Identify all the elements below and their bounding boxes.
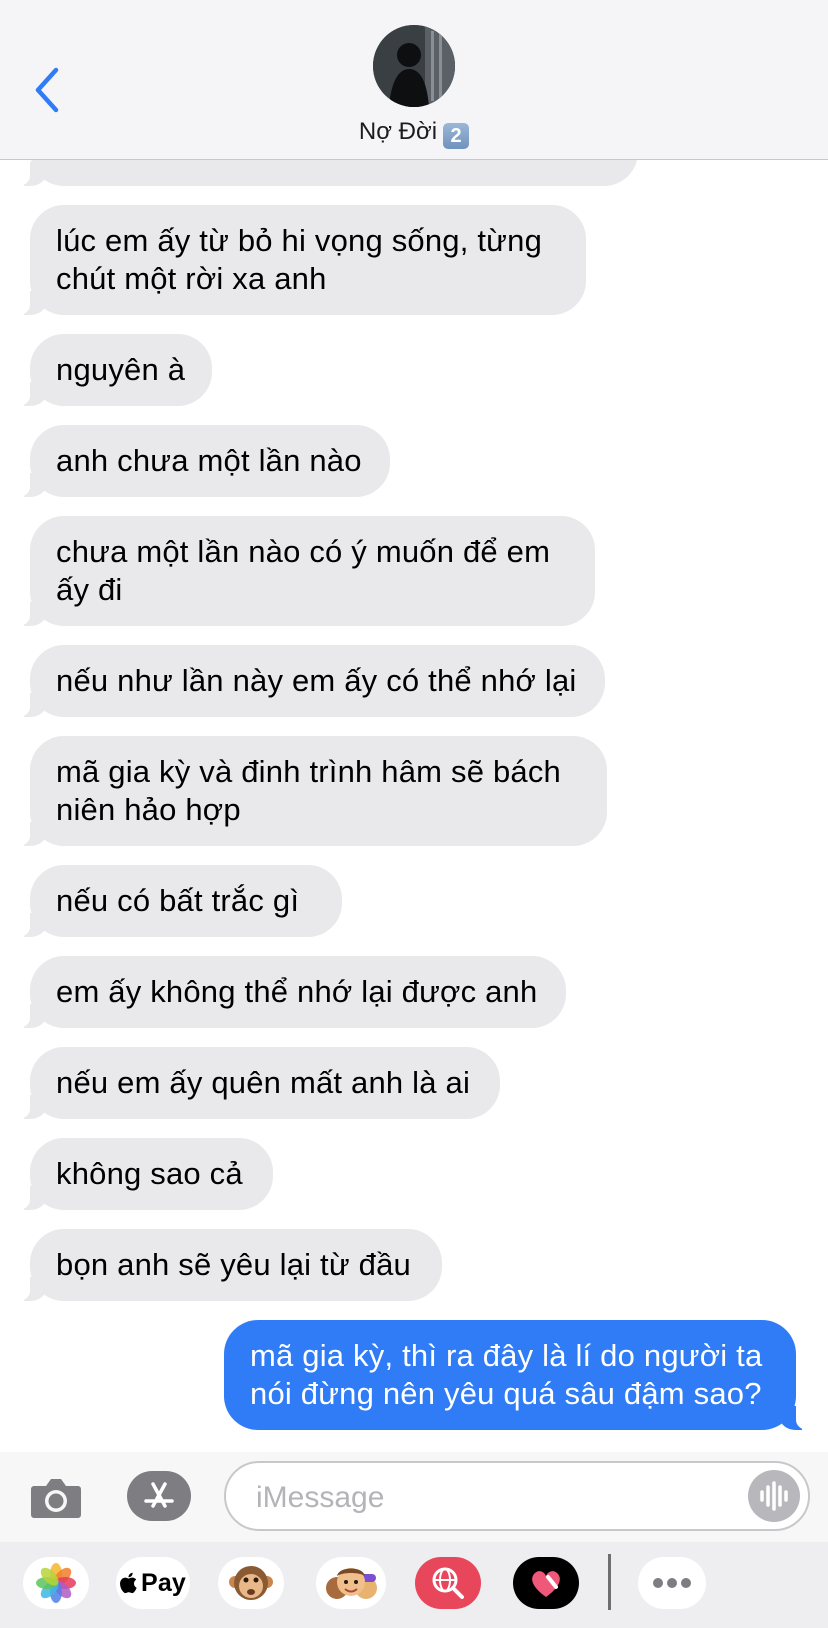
memoji-icon [326,1568,377,1599]
message-bubble[interactable]: nếu như lần này em ấy có thể nhớ lại [14,645,605,717]
apple-pay-label: Pay [140,1568,187,1597]
avatar-image [373,25,455,107]
monkey-icon [229,1566,273,1600]
more-apps-button[interactable] [638,1557,706,1609]
message-text: em ấy không thể nhớ lại được anh [56,974,538,1009]
imessage-input[interactable] [254,1477,728,1519]
message-text: lúc em ấy từ bỏ hi vọng sống, từng chút … [56,223,543,296]
message-text: không sao cả [56,1156,243,1191]
message-bubble[interactable]: chưa một lần nào có ý muốn để em ấy đi [14,516,595,626]
more-icon [653,1578,691,1588]
globe-search-icon [432,1567,464,1599]
message-thread[interactable]: lúc em ấy từ bỏ hi vọng sống, từng chút … [0,0,828,1452]
message-bubble[interactable]: nếu em ấy quên mất anh là ai [14,1047,500,1119]
message-text: mã gia kỳ và đinh trình hâm sẽ bách niên… [56,754,561,827]
message-bubble[interactable]: mã gia kỳ và đinh trình hâm sẽ bách niên… [14,736,607,846]
digital-touch-button[interactable] [513,1557,579,1609]
apple-pay-button[interactable]: Pay [116,1557,190,1609]
chevron-left-icon [35,67,59,113]
message-text: mã gia kỳ, thì ra đây là lí do người ta … [250,1338,763,1411]
message-bubble[interactable]: anh chưa một lần nào [14,425,390,497]
camera-button[interactable] [30,1474,82,1520]
message-text: chưa một lần nào có ý muốn để em ấy đi [56,534,551,607]
waveform-icon [760,1481,788,1511]
photos-app-button[interactable] [23,1557,89,1609]
message-text: nguyên à [56,352,186,387]
animoji-button[interactable] [218,1557,284,1609]
contact-name-text: Nợ Đời [358,118,438,145]
message-bubble[interactable]: em ấy không thể nhớ lại được anh [14,956,566,1028]
message-bubble[interactable]: nguyên à [14,334,212,406]
drawer-divider [608,1554,611,1610]
message-bubble[interactable]: không sao cả [14,1138,273,1210]
photos-icon [36,1563,76,1603]
message-bubble[interactable]: nếu có bất trắc gì [14,865,342,937]
keycap-two-emoji: 2 [443,123,470,149]
app-store-icon [138,1475,180,1517]
sent-message-bubble[interactable]: mã gia kỳ, thì ra đây là lí do người ta … [224,1320,812,1430]
message-input-field[interactable] [224,1461,810,1531]
memoji-button[interactable] [316,1557,386,1609]
message-text: nếu như lần này em ấy có thể nhớ lại [56,663,577,698]
heart-icon [532,1571,560,1597]
app-drawer: Pay [0,1542,828,1628]
message-text: nếu em ấy quên mất anh là ai [56,1065,471,1100]
back-button[interactable] [30,60,70,120]
camera-icon [31,1479,81,1518]
voice-message-button[interactable] [748,1470,800,1522]
apple-icon [119,1572,137,1594]
message-text: anh chưa một lần nào [56,443,362,478]
message-bubble[interactable]: lúc em ấy từ bỏ hi vọng sống, từng chút … [14,205,586,315]
app-store-button[interactable] [127,1471,191,1521]
message-text: nếu có bất trắc gì [56,883,300,918]
compose-bar [0,1452,828,1542]
message-text: bọn anh sẽ yêu lại từ đầu [56,1247,411,1282]
contact-avatar[interactable] [373,25,455,107]
message-bubble[interactable]: bọn anh sẽ yêu lại từ đầu [14,1229,442,1301]
web-search-button[interactable] [415,1557,481,1609]
conversation-header: Nợ Đời 2 [0,0,828,160]
contact-name[interactable]: Nợ Đời 2 [0,118,828,149]
